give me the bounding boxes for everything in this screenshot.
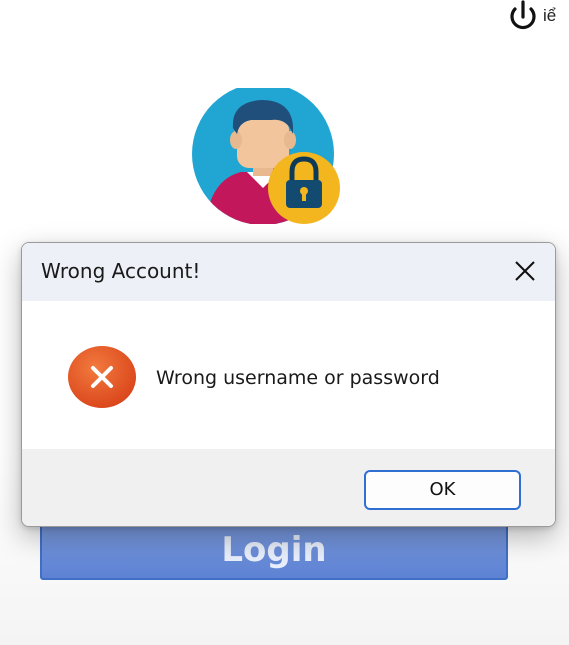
close-icon[interactable]: [509, 255, 541, 287]
login-window: iể Login Wrong Account! Wrong username o…: [0, 0, 569, 645]
user-lock-avatar-icon: [191, 83, 347, 225]
error-message: Wrong username or password: [156, 367, 440, 389]
dialog-title: Wrong Account!: [41, 259, 201, 283]
dialog-footer: OK: [22, 449, 555, 526]
header-truncated-text: iể: [543, 6, 557, 25]
error-x-icon: [67, 345, 137, 409]
dialog-titlebar: Wrong Account!: [22, 243, 555, 301]
error-dialog: Wrong Account! Wrong username or passwor…: [21, 242, 556, 527]
dialog-content: Wrong username or password: [22, 301, 555, 449]
login-button[interactable]: Login: [40, 520, 508, 580]
ok-button[interactable]: OK: [364, 470, 521, 510]
power-icon[interactable]: [504, 0, 542, 34]
